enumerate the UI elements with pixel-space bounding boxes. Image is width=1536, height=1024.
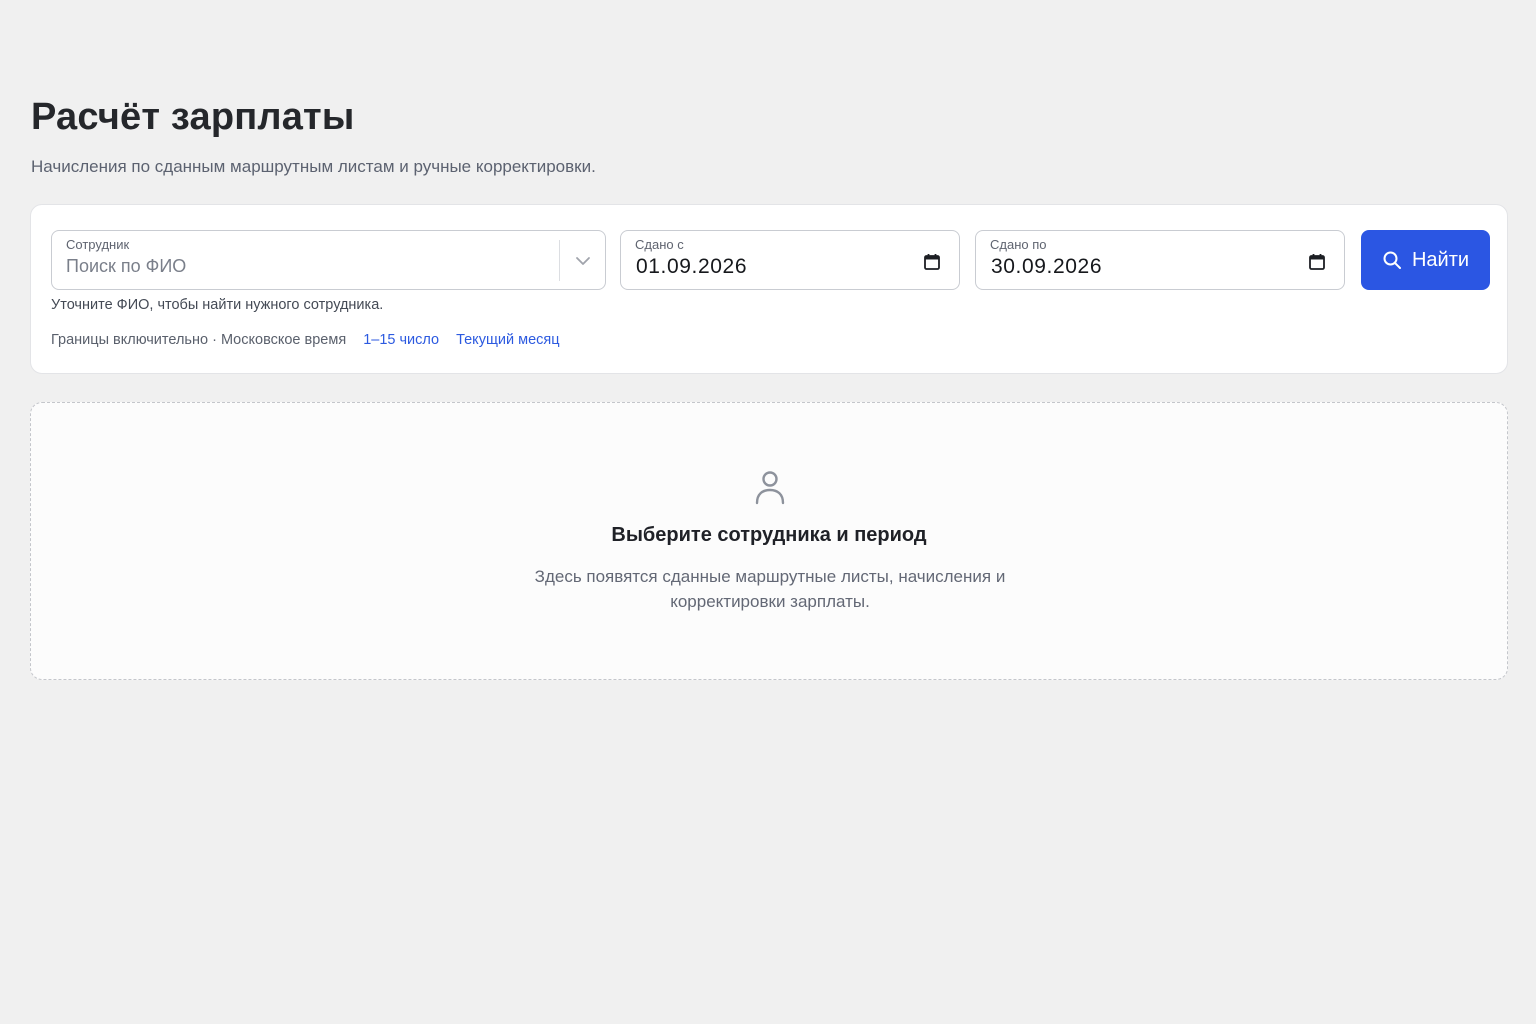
chevron-down-icon[interactable] bbox=[572, 251, 594, 271]
calendar-icon[interactable] bbox=[1307, 252, 1327, 272]
search-button-label: Найти bbox=[1411, 248, 1470, 271]
date-from-field[interactable]: Сдано с 01.09.2026 bbox=[620, 230, 960, 290]
employee-hint: Уточните ФИО, чтобы найти нужного сотруд… bbox=[51, 297, 384, 313]
employee-select[interactable]: Сотрудник bbox=[51, 230, 606, 290]
period-options: Границы включительно · Московское время … bbox=[51, 332, 560, 348]
date-from-value[interactable]: 01.09.2026 bbox=[636, 255, 747, 279]
employee-field-label: Сотрудник bbox=[66, 237, 130, 252]
filters-card: Сотрудник Сдано с 01.09.2026 bbox=[30, 204, 1508, 374]
select-divider bbox=[559, 240, 560, 281]
quick-range-current-month[interactable]: Текущий месяц bbox=[456, 332, 559, 348]
bounds-note: Границы включительно · Московское время bbox=[51, 332, 347, 348]
search-button[interactable]: Найти bbox=[1361, 230, 1490, 290]
page-title: Расчёт зарплаты bbox=[31, 96, 355, 138]
page-subtitle: Начисления по сданным маршрутным листам … bbox=[31, 157, 596, 176]
date-to-field[interactable]: Сдано по 30.09.2026 bbox=[975, 230, 1345, 290]
user-icon bbox=[754, 469, 786, 505]
date-from-label: Сдано с bbox=[635, 237, 684, 252]
employee-search-input[interactable] bbox=[66, 254, 546, 278]
calendar-icon[interactable] bbox=[922, 252, 942, 272]
quick-range-first-half[interactable]: 1–15 число bbox=[363, 332, 439, 348]
empty-state: Выберите сотрудника и период Здесь появя… bbox=[30, 402, 1508, 680]
empty-state-title: Выберите сотрудника и период bbox=[611, 524, 927, 546]
payroll-page: Расчёт зарплаты Начисления по сданным ма… bbox=[0, 0, 1536, 1024]
empty-state-text: Здесь появятся сданные маршрутные листы,… bbox=[534, 567, 1006, 611]
date-to-value[interactable]: 30.09.2026 bbox=[991, 255, 1102, 279]
date-to-label: Сдано по bbox=[990, 237, 1047, 252]
search-icon bbox=[1382, 250, 1402, 270]
